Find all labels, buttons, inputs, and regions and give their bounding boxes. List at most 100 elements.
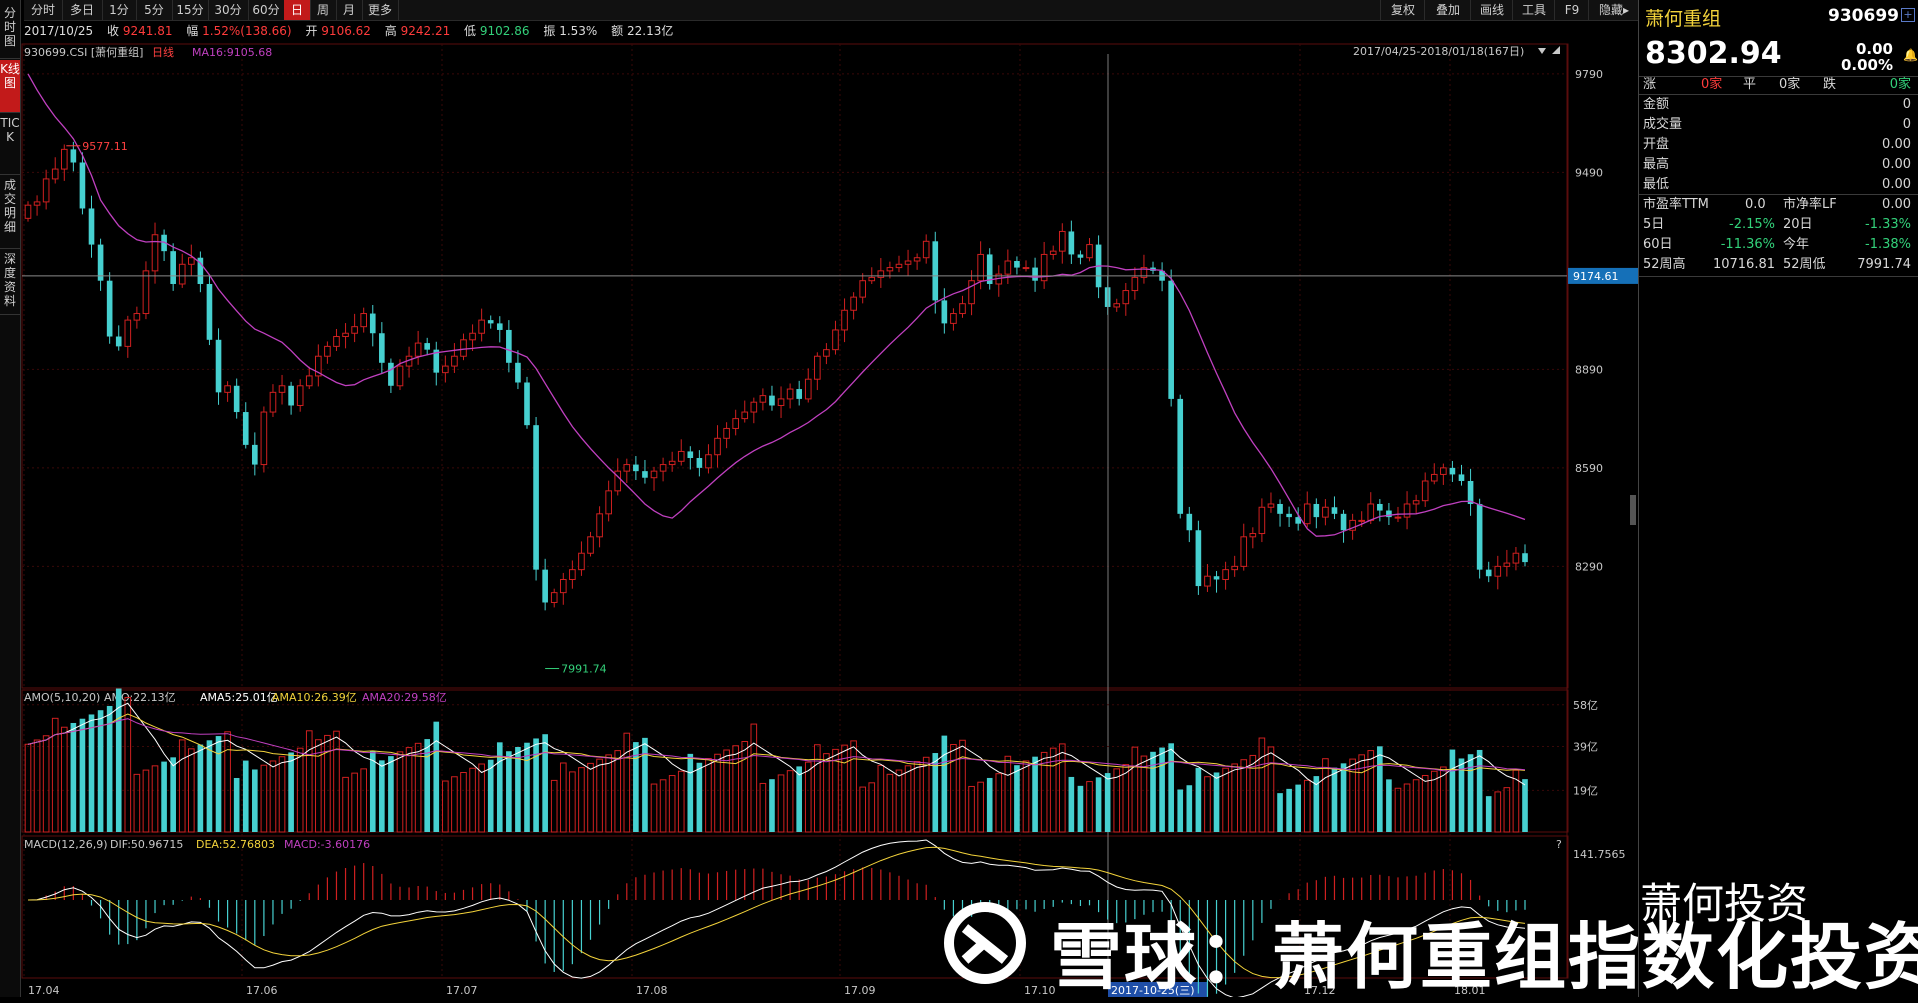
volume-bar	[1340, 763, 1347, 832]
volume-bar	[206, 740, 213, 832]
volume-bar	[1322, 758, 1329, 833]
volume-bar	[42, 735, 50, 833]
x-axis-label: 17.09	[844, 984, 876, 997]
candle-body	[142, 270, 150, 315]
volume-bar	[242, 760, 249, 832]
volume-bar	[578, 767, 585, 833]
candle-body	[1449, 467, 1456, 475]
volume-bar	[142, 769, 150, 833]
candle-body	[932, 241, 939, 301]
candle-body	[950, 313, 957, 324]
x-axis-label: 17.08	[636, 984, 668, 997]
volume-bar	[786, 770, 794, 833]
volume-bar	[405, 747, 413, 833]
volume-bar	[1386, 779, 1392, 832]
volume-bar	[161, 761, 167, 832]
volume-bar	[668, 775, 676, 833]
valuation-row: 市盈率TTM 0.0 市净率LF 0.00	[1643, 197, 1911, 212]
volume-bar	[1258, 737, 1266, 833]
candle-body	[215, 339, 222, 393]
candle-body	[633, 464, 639, 472]
volume-bar	[804, 761, 812, 833]
volume-bar	[278, 756, 286, 833]
candle-body	[1004, 260, 1012, 275]
range-dropdown-icon	[1538, 48, 1546, 54]
x-axis-label: 17.06	[246, 984, 278, 997]
volume-bar	[252, 769, 258, 832]
dif-line	[27, 839, 1526, 997]
volume-bar	[133, 773, 141, 833]
volume-bar	[1522, 779, 1528, 832]
volume-bar	[60, 726, 68, 833]
volume-bar	[1377, 746, 1383, 832]
candle-body	[1222, 569, 1229, 580]
volume-bars	[24, 688, 1528, 833]
bell-icon[interactable]: 🔔	[1903, 48, 1918, 62]
volume-bar	[1421, 774, 1429, 833]
candle-body	[913, 257, 921, 262]
candle-body	[705, 454, 712, 469]
volume-bar	[506, 751, 512, 832]
volume-bar	[968, 785, 975, 833]
volume-bar	[642, 737, 648, 832]
candle-body	[1458, 474, 1465, 481]
volume-bar	[895, 769, 903, 833]
candle-body	[823, 349, 830, 357]
volume-bar	[1503, 787, 1511, 833]
candle-body	[342, 332, 349, 338]
candle-body	[333, 336, 340, 347]
volume-bar	[1040, 751, 1048, 833]
volume-bar	[1113, 768, 1121, 833]
candle-body	[668, 460, 676, 466]
candle-body	[696, 458, 703, 468]
volume-bar	[705, 758, 712, 833]
candle-body	[714, 437, 721, 456]
add-icon[interactable]: +	[1901, 8, 1915, 22]
kline-chart[interactable]: 17.04 17.06 17.07 17.08 17.09 17.10 17.12 18.01…	[0, 0, 1638, 997]
volume-bar	[741, 740, 749, 833]
candle-body	[1213, 576, 1220, 580]
volume-bar	[687, 753, 694, 832]
volume-bar	[1168, 743, 1174, 832]
volume-bar	[1077, 785, 1084, 832]
volume-bar	[714, 753, 721, 833]
volume-bar	[388, 756, 394, 832]
volume-bar	[777, 774, 785, 833]
candle-body	[650, 470, 658, 479]
volume-bar	[88, 714, 95, 832]
candle-body	[252, 444, 258, 465]
volume-bar	[269, 760, 277, 833]
candle-body	[777, 398, 785, 406]
candle-body	[88, 208, 95, 245]
candle-body	[1331, 507, 1338, 514]
candle-body	[1131, 276, 1139, 292]
candle-body	[1204, 575, 1211, 587]
candle-body	[369, 313, 376, 334]
stat-row: 最低 0.00	[1643, 177, 1911, 192]
volume-bar	[1032, 756, 1038, 832]
perf-row: 5日 -2.15% 20日 -1.33%	[1643, 217, 1911, 232]
volume-bar	[959, 739, 966, 833]
candle-body	[187, 257, 195, 265]
volume-bar	[750, 723, 758, 833]
candle-body	[977, 253, 984, 282]
candle-body	[1394, 516, 1402, 519]
cursor-date-label: 2017-10-25(三)	[1111, 984, 1195, 997]
volume-bar	[478, 763, 485, 833]
volume-bar	[115, 688, 122, 832]
macd-value: MACD:-3.60176	[284, 838, 370, 851]
x-axis-label: 17.04	[28, 984, 60, 997]
volume-bar	[550, 779, 558, 833]
high-marker-label: 9577.11	[82, 140, 128, 153]
candle-body	[278, 385, 286, 393]
candle-body	[460, 339, 467, 357]
main-panel-frame	[21, 43, 1569, 689]
candle-body	[1122, 290, 1130, 305]
macd-panel-frame	[21, 835, 1569, 979]
candle-body	[1195, 530, 1202, 587]
volume-bar	[559, 762, 567, 833]
volume-bar	[859, 786, 867, 833]
volume-bar	[650, 783, 658, 833]
candle-body	[1258, 506, 1266, 535]
candle-body	[496, 323, 503, 330]
